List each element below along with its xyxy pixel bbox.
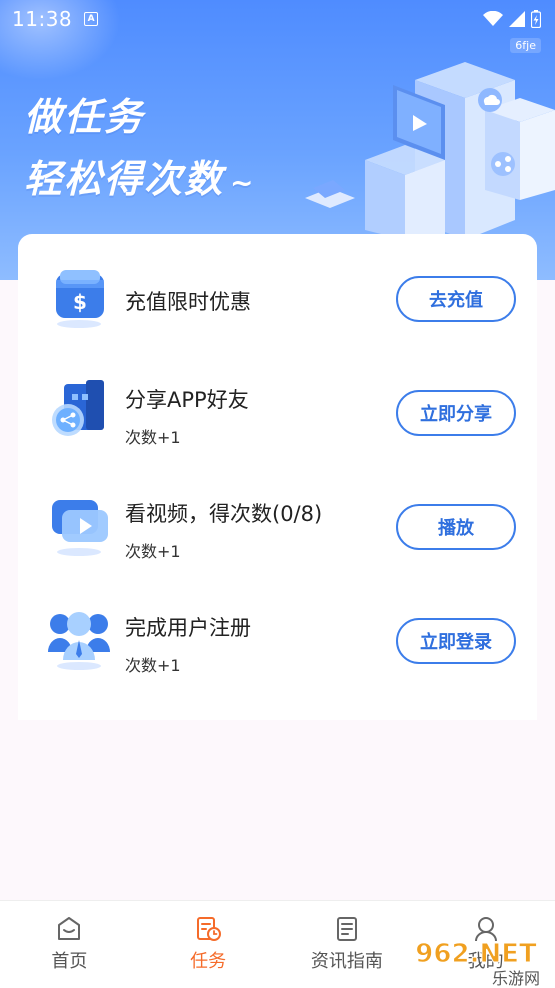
- battery-icon: [531, 10, 541, 28]
- task-title: 看视频，得次数(0/8): [125, 502, 323, 526]
- users-icon: [48, 612, 110, 670]
- task-icon: [197, 917, 222, 941]
- news-icon: [336, 917, 357, 941]
- task-row-share: 分享APP好友 次数+1 立即分享: [18, 368, 537, 468]
- status-indicators: [483, 10, 541, 28]
- task-row-register: 完成用户注册 次数+1 立即登录: [18, 596, 537, 696]
- dollar-wallet-icon: $: [56, 270, 104, 328]
- headline-line2-text: 轻松得次数: [24, 157, 225, 201]
- banner-illustration: [305, 62, 555, 240]
- wifi-icon: [483, 11, 503, 26]
- watermark-sub-text: 乐游网: [492, 969, 540, 988]
- site-watermark-logo: 962.NET 乐游网: [415, 939, 540, 988]
- task-title: 完成用户注册: [125, 616, 251, 640]
- nav-label: 任务: [190, 951, 227, 972]
- headline-line1: 做任务: [24, 95, 145, 139]
- status-bar: 11:38 A: [0, 0, 555, 38]
- task-row-recharge: $ 充值限时优惠 去充值: [18, 254, 537, 354]
- banner-headline: 做任务 轻松得次数 ~: [24, 86, 255, 214]
- task-card: $ 充值限时优惠 去充值 分享APP好友 次数+1 立即分享 看视频，得次数(0…: [18, 234, 537, 720]
- nav-label: 资讯指南: [310, 951, 383, 972]
- task-subtitle: 次数+1: [125, 542, 181, 561]
- task-row-video: 看视频，得次数(0/8) 次数+1 播放: [18, 482, 537, 582]
- recharge-button[interactable]: 去充值: [396, 276, 516, 322]
- video-play-icon: [52, 500, 108, 556]
- task-subtitle: 次数+1: [125, 656, 181, 675]
- signal-icon: [509, 11, 525, 27]
- notification-icon: A: [84, 12, 99, 26]
- task-title: 充值限时优惠: [125, 290, 251, 314]
- share-icon: [52, 380, 104, 436]
- nav-item-news[interactable]: 资讯指南: [278, 901, 417, 988]
- task-subtitle: 次数+1: [125, 428, 181, 447]
- watermark-logo-text: 962.NET: [415, 939, 537, 969]
- nav-item-home[interactable]: 首页: [0, 901, 139, 988]
- login-button[interactable]: 立即登录: [396, 618, 516, 664]
- share-button[interactable]: 立即分享: [396, 390, 516, 436]
- device-tag: 6fje: [510, 38, 541, 53]
- nav-item-task[interactable]: 任务: [139, 901, 278, 988]
- headline-line2: 轻松得次数 ~: [24, 148, 255, 214]
- status-time: 11:38: [12, 7, 73, 31]
- nav-label: 首页: [51, 951, 88, 972]
- play-button[interactable]: 播放: [396, 504, 516, 550]
- svg-text:$: $: [73, 290, 87, 314]
- home-icon: [58, 917, 81, 940]
- task-title: 分享APP好友: [125, 388, 249, 412]
- headline-tilde: ~: [230, 166, 256, 199]
